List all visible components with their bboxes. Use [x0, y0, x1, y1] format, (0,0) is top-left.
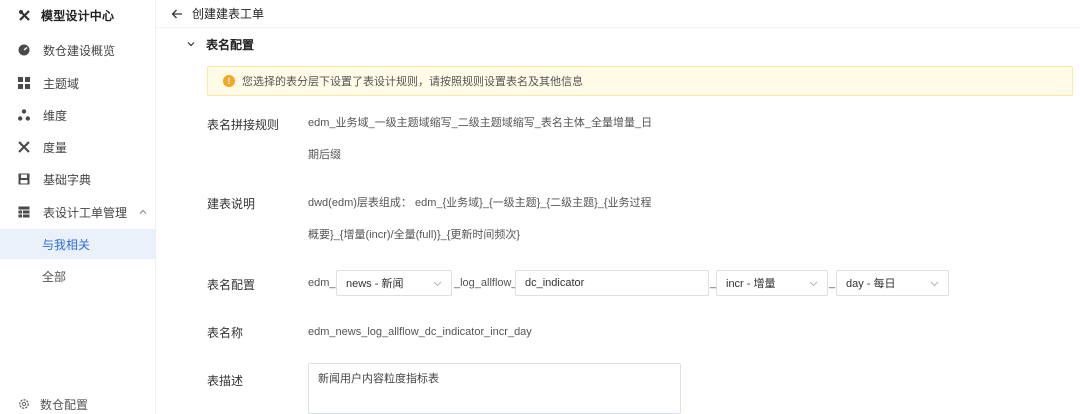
- rule-value-line1: edm_业务域_一级主题域缩写_二级主题域缩写_表名主体_全量增量_日: [308, 117, 653, 129]
- dashboard-icon: [17, 43, 31, 57]
- chevron-down-icon: [930, 279, 939, 288]
- frequency-select[interactable]: day - 每日: [836, 270, 949, 296]
- sidebar-item-subject-domain[interactable]: 主题域: [0, 68, 156, 98]
- sidebar-subitem-all[interactable]: 全部: [0, 261, 156, 291]
- sidebar-item-dictionary[interactable]: 基础字典: [0, 164, 156, 194]
- sidebar-item-label: 度量: [43, 140, 68, 155]
- desc-label: 建表说明: [207, 197, 256, 211]
- desc-value-line2: 概要}_{增量(incr)/全量(full)}_{更新时间频次}: [308, 229, 521, 241]
- table-description-value: 新闻用户内容粒度指标表: [318, 373, 439, 385]
- brand: 模型设计中心: [0, 0, 156, 30]
- mode-select-value: incr - 增量: [726, 278, 776, 290]
- warning-icon: !: [223, 75, 235, 87]
- config-label: 表名配置: [207, 278, 256, 292]
- sidebar-subitem-label: 与我相关: [42, 237, 91, 252]
- section-title: 表名配置: [206, 37, 255, 52]
- notice-text: 您选择的表分层下设置了表设计规则，请按照规则设置表名及其他信息: [242, 76, 583, 88]
- brand-title: 模型设计中心: [41, 8, 115, 23]
- table-description-textarea[interactable]: 新闻用户内容粒度指标表: [308, 363, 681, 414]
- sidebar-item-warehouse-config[interactable]: 数仓配置: [0, 394, 156, 414]
- table-body-input-value: dc_indicator: [525, 277, 585, 289]
- rule-value-line2: 期后缀: [308, 149, 341, 161]
- rule-notice: ! 您选择的表分层下设置了表设计规则，请按照规则设置表名及其他信息: [207, 66, 1073, 96]
- app-window: 模型设计中心 数仓建设概览 主题域 维度 度量 基础字典 表设计工单管理 与我相…: [0, 0, 1080, 414]
- ruler-icon: [17, 140, 31, 154]
- tablename-value: edm_news_log_allflow_dc_indicator_incr_d…: [308, 326, 532, 338]
- rule-label: 表名拼接规则: [207, 118, 280, 132]
- sidebar-item-label: 数仓建设概览: [43, 43, 116, 58]
- page-header: 创建建表工单: [157, 0, 1080, 28]
- frequency-select-value: day - 每日: [846, 278, 896, 290]
- domain-select-value: news - 新闻: [346, 278, 404, 290]
- chevron-down-icon: [186, 39, 196, 49]
- section-toggle[interactable]: 表名配置: [186, 34, 254, 54]
- sidebar-item-label: 表设计工单管理: [43, 205, 128, 220]
- grid-icon: [17, 76, 31, 90]
- tools-icon: [17, 8, 31, 22]
- separator-text: _: [829, 277, 836, 289]
- prefix-text: edm_: [308, 277, 336, 289]
- sidebar-item-label: 主题域: [43, 76, 80, 91]
- sidebar-item-dimension[interactable]: 维度: [0, 100, 156, 130]
- chevron-up-icon[interactable]: [138, 206, 148, 216]
- mid-text: _log_allflow_: [454, 277, 518, 289]
- chevron-down-icon: [809, 279, 818, 288]
- sidebar: 模型设计中心 数仓建设概览 主题域 维度 度量 基础字典 表设计工单管理 与我相…: [0, 0, 156, 414]
- table-icon: [17, 205, 31, 219]
- sidebar-item-overview[interactable]: 数仓建设概览: [0, 35, 156, 65]
- sidebar-item-label: 基础字典: [43, 172, 92, 187]
- chevron-down-icon: [433, 279, 442, 288]
- mode-select[interactable]: incr - 增量: [716, 270, 828, 296]
- arrow-left-icon[interactable]: [171, 8, 183, 20]
- hierarchy-icon: [17, 108, 31, 122]
- sidebar-footer-label: 数仓配置: [40, 397, 89, 412]
- domain-select[interactable]: news - 新闻: [336, 270, 452, 296]
- desc-value-line1: dwd(edm)层表组成： edm_{业务域}_{一级主题}_{二级主题}_{业…: [308, 197, 652, 209]
- save-icon: [17, 172, 31, 186]
- sidebar-subitem-mine[interactable]: 与我相关: [0, 229, 156, 259]
- table-body-input[interactable]: dc_indicator: [515, 270, 709, 296]
- sidebar-subitem-label: 全部: [42, 269, 67, 284]
- tablename-label: 表名称: [207, 326, 244, 340]
- gear-icon: [18, 398, 30, 410]
- page-title: 创建建表工单: [192, 7, 265, 21]
- sidebar-item-label: 维度: [43, 108, 68, 123]
- sidebar-item-measure[interactable]: 度量: [0, 132, 156, 162]
- sidebar-item-table-design[interactable]: 表设计工单管理: [0, 197, 156, 227]
- tabledesc-label: 表描述: [207, 374, 244, 388]
